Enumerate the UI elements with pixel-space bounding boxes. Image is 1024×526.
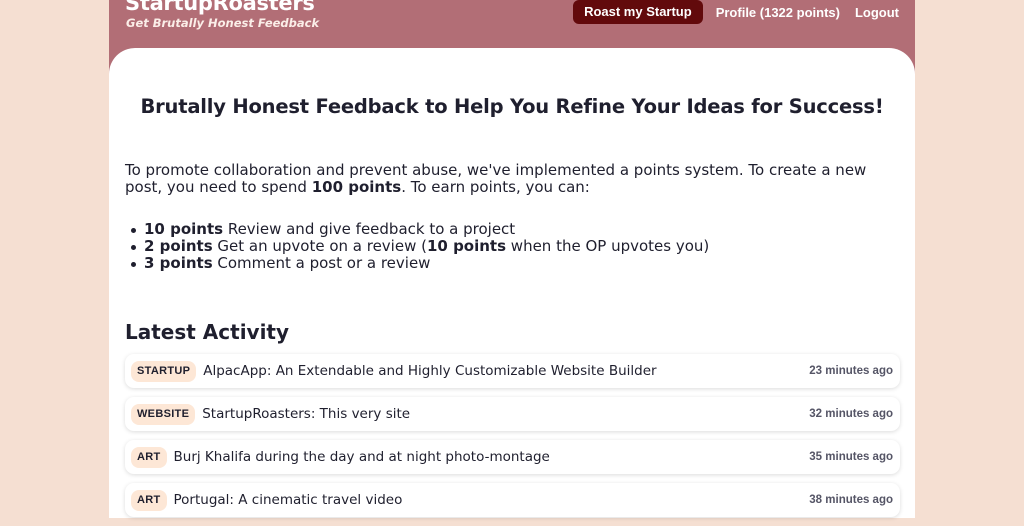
nav-actions: Roast my Startup Profile (1322 points) L… <box>573 0 899 24</box>
activity-item[interactable]: STARTUP AlpacApp: An Extendable and High… <box>125 354 900 388</box>
points-intro: To promote collaboration and prevent abu… <box>125 162 900 196</box>
activity-timestamp: 38 minutes ago <box>809 494 893 506</box>
activity-item[interactable]: ART Burj Khalifa during the day and at n… <box>125 440 900 474</box>
rule-item: 2 points Get an upvote on a review (10 p… <box>131 238 709 255</box>
latest-activity-heading: Latest Activity <box>125 320 290 344</box>
category-badge: ART <box>131 446 167 468</box>
rule-text: Get an upvote on a review ( <box>212 237 427 255</box>
brand-name[interactable]: StartupRoasters <box>125 0 319 16</box>
rule-points: 10 points <box>144 220 224 238</box>
activity-timestamp: 23 minutes ago <box>809 365 893 377</box>
activity-title[interactable]: AlpacApp: An Extendable and Highly Custo… <box>203 363 809 379</box>
rule-text: Review and give feedback to a project <box>223 220 516 238</box>
intro-text-end: . To earn points, you can: <box>401 178 590 196</box>
activity-title[interactable]: Portugal: A cinematic travel video <box>174 492 810 508</box>
roast-my-startup-button[interactable]: Roast my Startup <box>573 0 703 24</box>
logout-link[interactable]: Logout <box>855 5 899 20</box>
activity-title[interactable]: StartupRoasters: This very site <box>202 406 809 422</box>
profile-link[interactable]: Profile (1322 points) <box>716 5 840 20</box>
rule-points: 3 points <box>144 254 213 272</box>
page-headline: Brutally Honest Feedback to Help You Ref… <box>140 95 884 118</box>
brand-tagline: Get Brutally Honest Feedback <box>126 16 320 30</box>
rule-text: Comment a post or a review <box>212 254 431 272</box>
top-navbar: StartupRoasters Get Brutally Honest Feed… <box>109 0 915 48</box>
activity-timestamp: 35 minutes ago <box>809 451 893 463</box>
rule-item: 3 points Comment a post or a review <box>131 255 709 272</box>
rule-item: 10 points Review and give feedback to a … <box>131 221 709 238</box>
points-rules-list: 10 points Review and give feedback to a … <box>131 221 709 272</box>
category-badge: STARTUP <box>131 360 197 382</box>
rule-extra-text: when the OP upvotes you) <box>506 237 710 255</box>
intro-cost: 100 points <box>311 178 402 196</box>
main-content-card: Brutally Honest Feedback to Help You Ref… <box>109 48 915 518</box>
activity-title[interactable]: Burj Khalifa during the day and at night… <box>174 449 810 465</box>
category-badge: ART <box>131 489 167 511</box>
app-frame: StartupRoasters Get Brutally Honest Feed… <box>109 0 915 518</box>
brand-logo[interactable]: StartupRoasters Get Brutally Honest Feed… <box>125 0 319 30</box>
category-badge: WEBSITE <box>131 403 196 425</box>
activity-timestamp: 32 minutes ago <box>809 408 893 420</box>
rule-points: 2 points <box>144 237 213 255</box>
activity-list: STARTUP AlpacApp: An Extendable and High… <box>125 354 900 526</box>
rule-extra-points: 10 points <box>426 237 507 255</box>
activity-item[interactable]: WEBSITE StartupRoasters: This very site … <box>125 397 900 431</box>
